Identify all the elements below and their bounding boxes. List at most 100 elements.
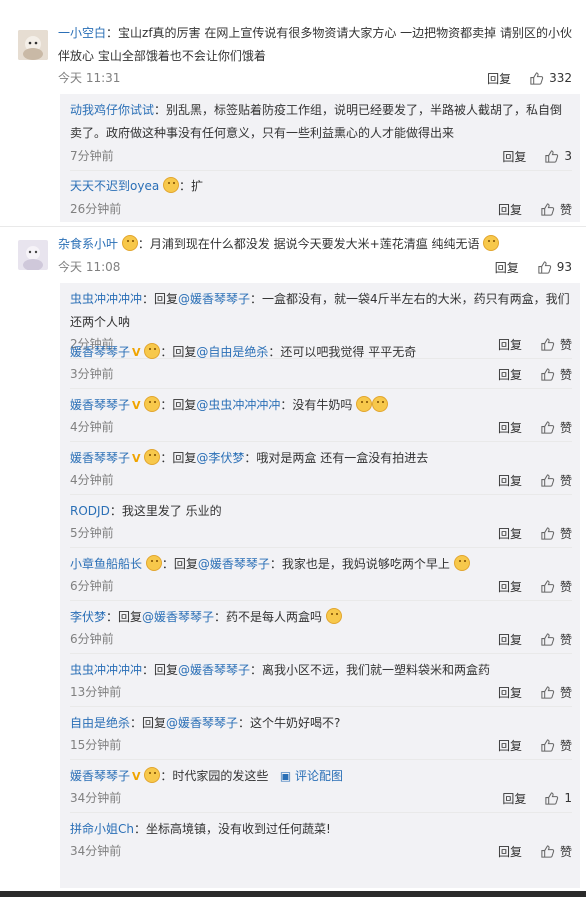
- reply-username[interactable]: 媛香琴琴子: [70, 398, 130, 412]
- reply-username[interactable]: 天天不迟到oyea: [70, 179, 159, 193]
- thumb-up-icon: [541, 844, 555, 858]
- reply-body: ：离我小区不远，我们就一塑料袋米和两盒药: [250, 663, 491, 677]
- reply-username[interactable]: 李伏梦: [70, 610, 106, 624]
- like-button[interactable]: 赞: [540, 525, 572, 542]
- mention-link[interactable]: @媛香琴琴子: [178, 292, 250, 306]
- thumb-up-icon: [541, 579, 555, 593]
- reply-button[interactable]: 回复: [502, 790, 526, 807]
- reply-body: ：我这里发了 乐业的: [109, 504, 222, 518]
- reply-username[interactable]: 媛香琴琴子: [70, 451, 130, 465]
- like-button[interactable]: 332: [529, 71, 572, 86]
- reply-body: ：时代家园的发这些: [160, 769, 269, 783]
- reply-text: 动我鸡仔你试试：别乱黑，标签贴着防疫工作组，说明已经要发了，半路被人截胡了，私自…: [70, 99, 562, 121]
- reply-text: 天天不迟到oyea ：扩: [70, 175, 203, 197]
- reply-text: 媛香琴琴子 V ：回复@虫虫冲冲冲冲：没有牛奶吗: [70, 394, 389, 417]
- reply-button[interactable]: 回复: [498, 419, 522, 436]
- reply-button[interactable]: 回复: [498, 201, 522, 218]
- reply-button[interactable]: 回复: [502, 148, 526, 165]
- like-button[interactable]: 赞: [540, 419, 572, 436]
- reply-username[interactable]: 虫虫冲冲冲冲: [70, 663, 142, 677]
- emoji-icon: [453, 555, 470, 571]
- comment-image-link[interactable]: ▣ 评论配图: [280, 769, 343, 783]
- like-button[interactable]: 赞: [540, 366, 572, 383]
- mention-link[interactable]: @媛香琴琴子: [198, 557, 270, 571]
- like-button[interactable]: 赞: [540, 201, 572, 218]
- like-button[interactable]: 赞: [540, 737, 572, 754]
- reply-username[interactable]: 媛香琴琴子: [70, 769, 130, 783]
- reply-button[interactable]: 回复: [498, 366, 522, 383]
- reply-actions: 回复 赞: [498, 628, 572, 650]
- emoji-icon: [483, 235, 500, 251]
- verified-icon: V: [132, 452, 141, 465]
- thumb-up-icon: [545, 791, 559, 805]
- reply-username[interactable]: 自由是绝杀: [70, 716, 130, 730]
- badge-icon: [145, 555, 162, 571]
- thumb-up-icon: [541, 367, 555, 381]
- reply-username[interactable]: RODJD: [70, 504, 110, 518]
- thumb-up-icon: [541, 738, 555, 752]
- reply-button[interactable]: 回复: [498, 525, 522, 542]
- mention-link[interactable]: @虫虫冲冲冲冲: [196, 398, 280, 412]
- mention-link[interactable]: @媛香琴琴子: [142, 610, 214, 624]
- thumb-up-icon: [541, 337, 555, 351]
- reply-time: 26分钟前: [70, 202, 122, 216]
- mention-link[interactable]: @媛香琴琴子: [166, 716, 238, 730]
- like-count: 赞: [559, 337, 572, 352]
- reply-button[interactable]: 回复: [498, 684, 522, 701]
- reply-username[interactable]: 小章鱼船船长: [70, 557, 142, 571]
- mention-link[interactable]: @自由是绝杀: [196, 345, 268, 359]
- reply-button[interactable]: 回复: [495, 259, 519, 276]
- like-button[interactable]: 赞: [540, 472, 572, 489]
- reply-button[interactable]: 回复: [498, 843, 522, 860]
- reply-body: ：一盒都没有，就一袋4斤半左右的大米，药只有两盒，我们: [250, 292, 570, 306]
- reply-actions: 回复 3: [502, 145, 572, 167]
- divider: [70, 494, 572, 495]
- comment-username[interactable]: 杂食系小叶: [58, 237, 118, 251]
- like-count: 赞: [559, 685, 572, 700]
- like-count: 赞: [559, 738, 572, 753]
- reply-username[interactable]: 动我鸡仔你试试: [70, 103, 154, 117]
- like-button[interactable]: 赞: [540, 684, 572, 701]
- like-button[interactable]: 93: [537, 260, 572, 275]
- avatar[interactable]: [18, 240, 48, 270]
- reply-username[interactable]: 虫虫冲冲冲冲: [70, 292, 142, 306]
- comment-username[interactable]: 一小空白: [58, 26, 106, 40]
- divider: [70, 170, 572, 171]
- like-count: 1: [564, 791, 572, 805]
- reply-text: 自由是绝杀：回复@媛香琴琴子：这个牛奶好喝不?: [70, 712, 340, 734]
- verified-icon: V: [132, 770, 141, 783]
- like-button[interactable]: 1: [544, 791, 572, 806]
- like-button[interactable]: 赞: [540, 631, 572, 648]
- reply-button[interactable]: 回复: [487, 70, 511, 87]
- thumb-up-icon: [541, 473, 555, 487]
- avatar[interactable]: [18, 30, 48, 60]
- divider: [70, 441, 572, 442]
- reply-username[interactable]: 媛香琴琴子: [70, 345, 130, 359]
- reply-actions: 回复 赞: [498, 522, 572, 544]
- like-button[interactable]: 3: [544, 149, 572, 164]
- reply-actions: 回复 赞: [498, 469, 572, 491]
- reply-button[interactable]: 回复: [498, 472, 522, 489]
- badge-icon: [163, 177, 180, 193]
- thumb-up-icon: [541, 202, 555, 216]
- badge-icon: [144, 343, 161, 359]
- comment-text: 一小空白：宝山zf真的厉害 在网上宣传说有很多物资请大家方心 一边把物资都卖掉 …: [58, 22, 572, 44]
- reply-actions: 回复 赞: [498, 416, 572, 438]
- reply-button[interactable]: 回复: [498, 578, 522, 595]
- mention-link[interactable]: @李伏梦: [196, 451, 244, 465]
- verified-icon: V: [132, 399, 141, 412]
- like-button[interactable]: 赞: [540, 336, 572, 353]
- mention-link[interactable]: @媛香琴琴子: [178, 663, 250, 677]
- divider: [70, 547, 572, 548]
- reply-button[interactable]: 回复: [498, 631, 522, 648]
- reply-username[interactable]: 拼命小姐Ch: [70, 822, 134, 836]
- badge-icon: [121, 235, 138, 251]
- reply-time: 13分钟前: [70, 685, 122, 699]
- reply-time: 7分钟前: [70, 149, 114, 163]
- comment-text-line2: 伴放心 宝山全部饿着也不会让你们饿着: [58, 49, 266, 63]
- reply-time: 15分钟前: [70, 738, 122, 752]
- reply-button[interactable]: 回复: [498, 336, 522, 353]
- like-button[interactable]: 赞: [540, 578, 572, 595]
- like-button[interactable]: 赞: [540, 843, 572, 860]
- reply-button[interactable]: 回复: [498, 737, 522, 754]
